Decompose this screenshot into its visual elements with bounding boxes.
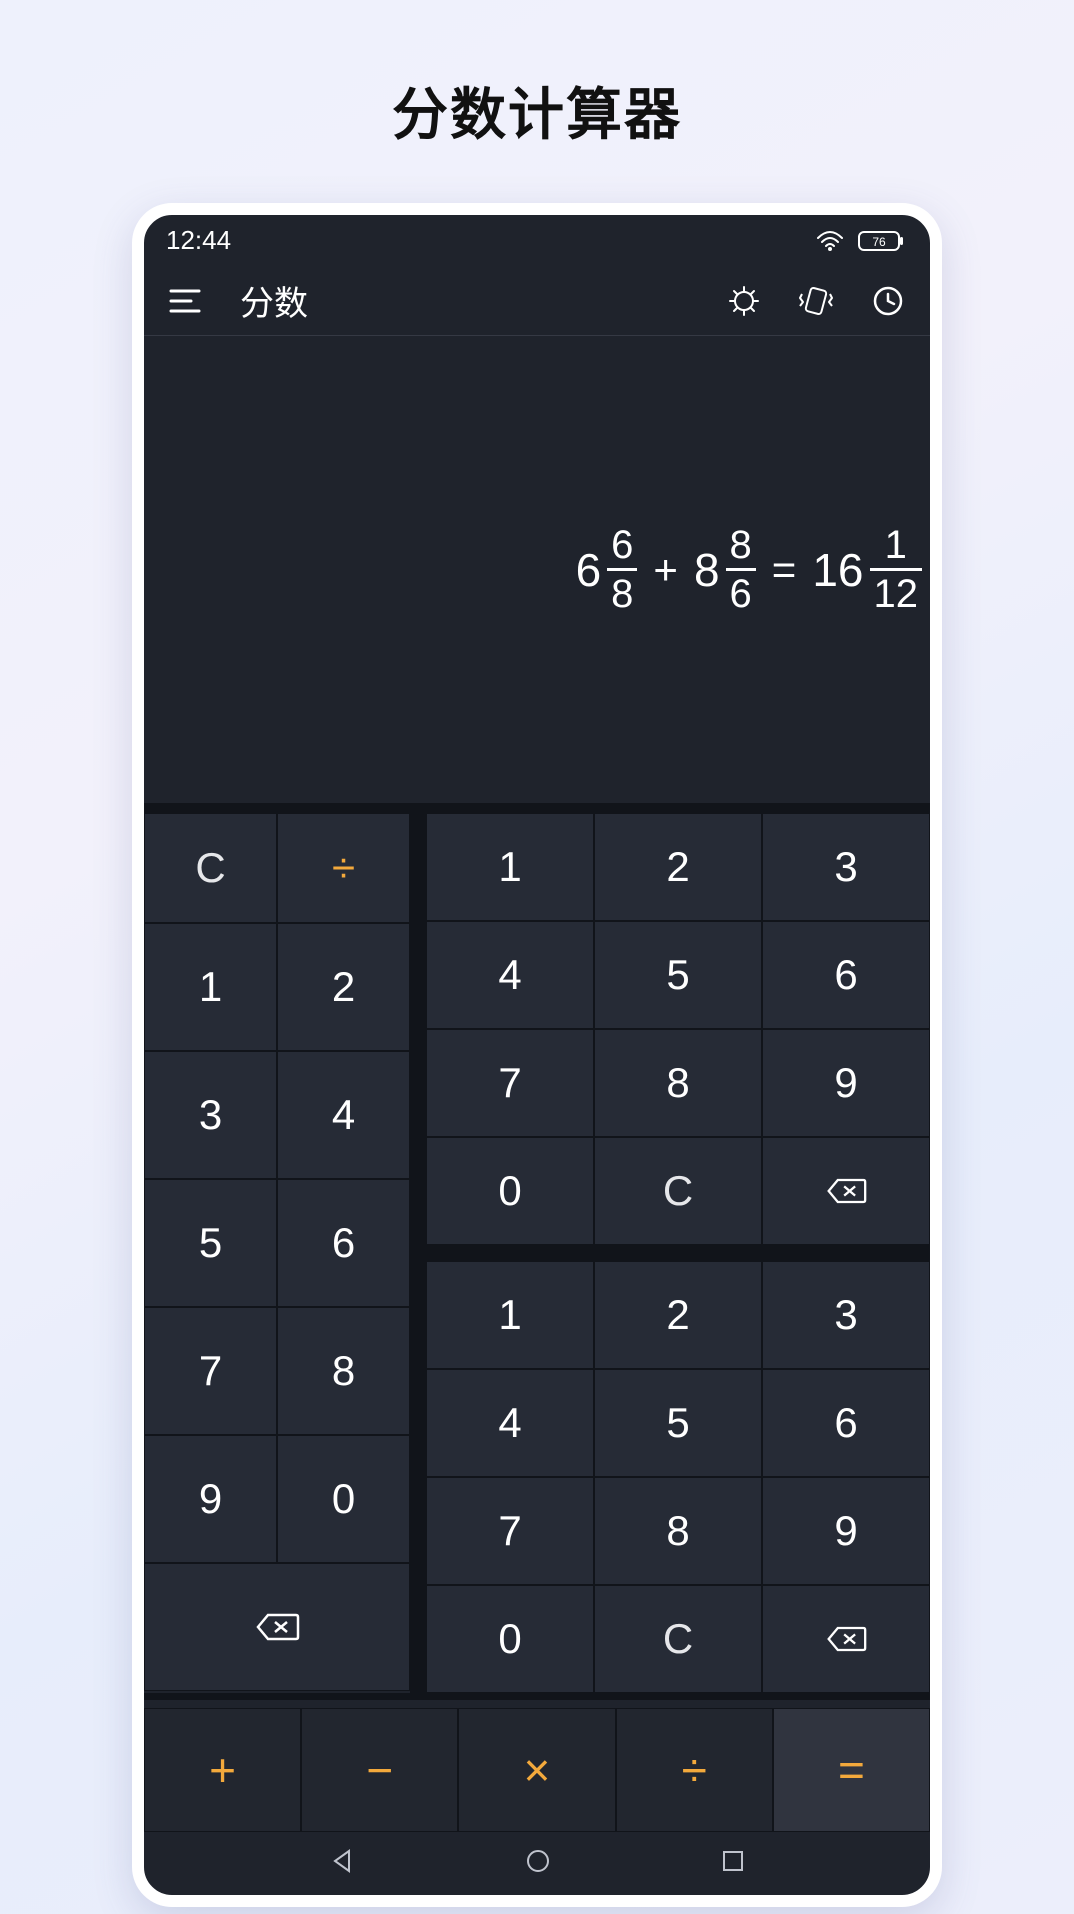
status-bar: 12:44 76	[144, 215, 930, 266]
operand-b-num: 8	[726, 525, 756, 568]
device-frame: 12:44 76 分数 6 68	[132, 203, 942, 1907]
page-title: 分数计算器	[392, 70, 682, 151]
nav-back-icon[interactable]	[329, 1848, 355, 1879]
whole-key-3[interactable]: 3	[144, 1051, 277, 1179]
num-top-clear[interactable]: C	[594, 1137, 762, 1245]
menu-icon[interactable]	[162, 277, 210, 325]
wifi-icon	[816, 230, 844, 252]
keypad-left: C ÷ 1 2 3 4 5 6 7 8 9 0	[144, 813, 410, 1693]
num-top-0[interactable]: 0	[426, 1137, 594, 1245]
denom-key-6[interactable]: 6	[762, 1369, 930, 1477]
whole-key-5[interactable]: 5	[144, 1179, 277, 1307]
whole-key-8[interactable]: 8	[277, 1307, 410, 1435]
denom-key-0[interactable]: 0	[426, 1585, 594, 1693]
whole-key-2[interactable]: 2	[277, 923, 410, 1051]
nav-recent-icon[interactable]	[721, 1849, 745, 1878]
op-divide[interactable]: ÷	[616, 1708, 773, 1832]
denom-key-5[interactable]: 5	[594, 1369, 762, 1477]
whole-key-4[interactable]: 4	[277, 1051, 410, 1179]
whole-key-1[interactable]: 1	[144, 923, 277, 1051]
nav-home-icon[interactable]	[525, 1848, 551, 1879]
formula: 6 68 + 8 86 = 16 112	[576, 525, 922, 614]
num-top-9[interactable]: 9	[762, 1029, 930, 1137]
svg-text:76: 76	[872, 235, 886, 249]
num-top-2[interactable]: 2	[594, 813, 762, 921]
operand-a: 6 68	[576, 525, 638, 614]
clock: 12:44	[166, 225, 231, 256]
divide-button[interactable]: ÷	[277, 813, 410, 923]
whole-key-0[interactable]: 0	[277, 1435, 410, 1563]
operand-a-num: 6	[607, 525, 637, 568]
num-top-3[interactable]: 3	[762, 813, 930, 921]
op-equals[interactable]: =	[773, 1708, 930, 1832]
result-den: 12	[870, 571, 923, 614]
app-toolbar: 分数	[144, 266, 930, 335]
denom-clear[interactable]: C	[594, 1585, 762, 1693]
num-top-1[interactable]: 1	[426, 813, 594, 921]
android-nav-bar	[144, 1832, 930, 1895]
screen-title: 分数	[240, 276, 696, 325]
whole-key-7[interactable]: 7	[144, 1307, 277, 1435]
keypad: C ÷ 1 2 3 4 5 6 7 8 9 0 1	[144, 813, 930, 1693]
num-top-backspace[interactable]	[762, 1137, 930, 1245]
keypad-right: 1 2 3 4 5 6 7 8 9 0 C 1 2 3 4	[426, 813, 930, 1693]
battery-icon: 76	[858, 229, 904, 253]
result-whole: 16	[812, 543, 863, 597]
num-top-4[interactable]: 4	[426, 921, 594, 1029]
denom-backspace[interactable]	[762, 1585, 930, 1693]
op-multiply[interactable]: ×	[458, 1708, 615, 1832]
op-add[interactable]: +	[144, 1708, 301, 1832]
operand-b: 8 86	[694, 525, 756, 614]
operator: +	[651, 546, 680, 594]
num-top-8[interactable]: 8	[594, 1029, 762, 1137]
operand-b-den: 6	[726, 571, 756, 614]
operator-row: + − × ÷ =	[144, 1708, 930, 1832]
denom-key-3[interactable]: 3	[762, 1261, 930, 1369]
denom-key-9[interactable]: 9	[762, 1477, 930, 1585]
whole-key-9[interactable]: 9	[144, 1435, 277, 1563]
num-top-6[interactable]: 6	[762, 921, 930, 1029]
denom-key-1[interactable]: 1	[426, 1261, 594, 1369]
calc-display: 6 68 + 8 86 = 16 112	[144, 336, 930, 803]
operand-b-whole: 8	[694, 543, 720, 597]
whole-key-6[interactable]: 6	[277, 1179, 410, 1307]
denom-key-8[interactable]: 8	[594, 1477, 762, 1585]
whole-backspace-button[interactable]	[144, 1563, 410, 1691]
denom-key-7[interactable]: 7	[426, 1477, 594, 1585]
clear-button[interactable]: C	[144, 813, 277, 923]
denom-key-2[interactable]: 2	[594, 1261, 762, 1369]
op-subtract[interactable]: −	[301, 1708, 458, 1832]
settings-icon[interactable]	[720, 277, 768, 325]
num-top-7[interactable]: 7	[426, 1029, 594, 1137]
result-num: 1	[881, 525, 911, 568]
operand-a-whole: 6	[576, 543, 602, 597]
denom-key-4[interactable]: 4	[426, 1369, 594, 1477]
result: 16 112	[812, 525, 922, 614]
operand-a-den: 8	[607, 571, 637, 614]
vibrate-icon[interactable]	[792, 277, 840, 325]
num-top-5[interactable]: 5	[594, 921, 762, 1029]
history-icon[interactable]	[864, 277, 912, 325]
equals-sign: =	[770, 546, 799, 594]
